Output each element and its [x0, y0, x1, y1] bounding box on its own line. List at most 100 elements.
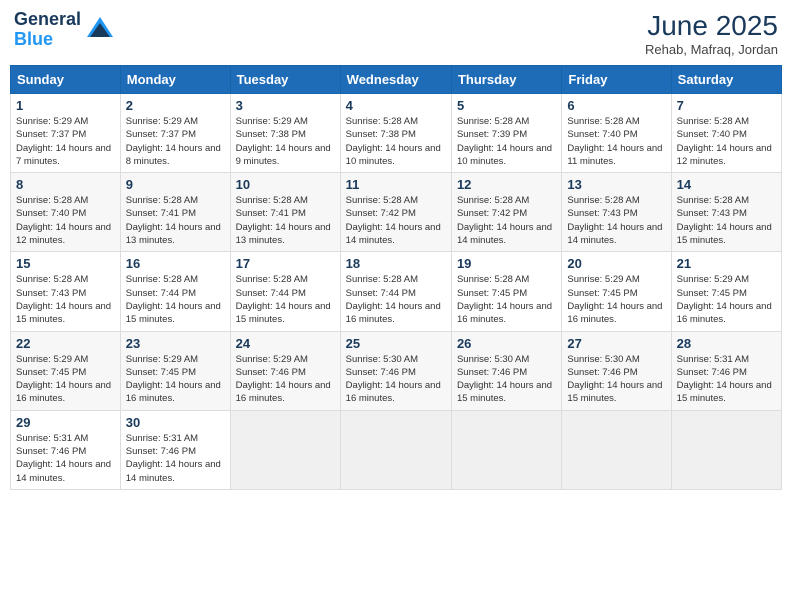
day-number: 7	[677, 98, 776, 113]
day-cell: 29 Sunrise: 5:31 AM Sunset: 7:46 PM Dayl…	[11, 410, 121, 489]
day-cell: 8 Sunrise: 5:28 AM Sunset: 7:40 PM Dayli…	[11, 173, 121, 252]
week-row-5: 29 Sunrise: 5:31 AM Sunset: 7:46 PM Dayl…	[11, 410, 782, 489]
week-row-4: 22 Sunrise: 5:29 AM Sunset: 7:45 PM Dayl…	[11, 331, 782, 410]
day-number: 13	[567, 177, 665, 192]
day-number: 5	[457, 98, 556, 113]
day-info: Sunrise: 5:28 AM Sunset: 7:44 PM Dayligh…	[236, 273, 335, 326]
day-number: 27	[567, 336, 665, 351]
day-info: Sunrise: 5:28 AM Sunset: 7:45 PM Dayligh…	[457, 273, 556, 326]
day-info: Sunrise: 5:28 AM Sunset: 7:40 PM Dayligh…	[567, 115, 665, 168]
day-info: Sunrise: 5:28 AM Sunset: 7:41 PM Dayligh…	[126, 194, 225, 247]
day-info: Sunrise: 5:28 AM Sunset: 7:41 PM Dayligh…	[236, 194, 335, 247]
day-info: Sunrise: 5:28 AM Sunset: 7:44 PM Dayligh…	[346, 273, 446, 326]
day-cell: 11 Sunrise: 5:28 AM Sunset: 7:42 PM Dayl…	[340, 173, 451, 252]
day-cell: 4 Sunrise: 5:28 AM Sunset: 7:38 PM Dayli…	[340, 94, 451, 173]
day-info: Sunrise: 5:29 AM Sunset: 7:45 PM Dayligh…	[677, 273, 776, 326]
day-number: 14	[677, 177, 776, 192]
day-number: 26	[457, 336, 556, 351]
day-cell: 30 Sunrise: 5:31 AM Sunset: 7:46 PM Dayl…	[120, 410, 230, 489]
day-cell: 16 Sunrise: 5:28 AM Sunset: 7:44 PM Dayl…	[120, 252, 230, 331]
day-number: 22	[16, 336, 115, 351]
day-cell: 21 Sunrise: 5:29 AM Sunset: 7:45 PM Dayl…	[671, 252, 781, 331]
calendar-table: SundayMondayTuesdayWednesdayThursdayFrid…	[10, 65, 782, 490]
day-number: 6	[567, 98, 665, 113]
col-header-monday: Monday	[120, 66, 230, 94]
day-cell: 23 Sunrise: 5:29 AM Sunset: 7:45 PM Dayl…	[120, 331, 230, 410]
day-number: 18	[346, 256, 446, 271]
day-cell: 25 Sunrise: 5:30 AM Sunset: 7:46 PM Dayl…	[340, 331, 451, 410]
col-header-sunday: Sunday	[11, 66, 121, 94]
week-row-3: 15 Sunrise: 5:28 AM Sunset: 7:43 PM Dayl…	[11, 252, 782, 331]
day-info: Sunrise: 5:30 AM Sunset: 7:46 PM Dayligh…	[567, 353, 665, 406]
week-row-2: 8 Sunrise: 5:28 AM Sunset: 7:40 PM Dayli…	[11, 173, 782, 252]
logo-icon	[85, 15, 115, 45]
day-info: Sunrise: 5:28 AM Sunset: 7:40 PM Dayligh…	[16, 194, 115, 247]
day-info: Sunrise: 5:28 AM Sunset: 7:43 PM Dayligh…	[677, 194, 776, 247]
day-cell	[671, 410, 781, 489]
day-cell	[562, 410, 671, 489]
day-info: Sunrise: 5:31 AM Sunset: 7:46 PM Dayligh…	[677, 353, 776, 406]
day-info: Sunrise: 5:29 AM Sunset: 7:38 PM Dayligh…	[236, 115, 335, 168]
day-info: Sunrise: 5:28 AM Sunset: 7:43 PM Dayligh…	[567, 194, 665, 247]
day-number: 16	[126, 256, 225, 271]
day-cell: 6 Sunrise: 5:28 AM Sunset: 7:40 PM Dayli…	[562, 94, 671, 173]
col-header-wednesday: Wednesday	[340, 66, 451, 94]
day-cell: 22 Sunrise: 5:29 AM Sunset: 7:45 PM Dayl…	[11, 331, 121, 410]
day-info: Sunrise: 5:28 AM Sunset: 7:42 PM Dayligh…	[346, 194, 446, 247]
day-number: 30	[126, 415, 225, 430]
day-cell: 14 Sunrise: 5:28 AM Sunset: 7:43 PM Dayl…	[671, 173, 781, 252]
day-info: Sunrise: 5:31 AM Sunset: 7:46 PM Dayligh…	[126, 432, 225, 485]
day-number: 29	[16, 415, 115, 430]
day-cell: 9 Sunrise: 5:28 AM Sunset: 7:41 PM Dayli…	[120, 173, 230, 252]
day-number: 9	[126, 177, 225, 192]
day-info: Sunrise: 5:28 AM Sunset: 7:42 PM Dayligh…	[457, 194, 556, 247]
day-number: 17	[236, 256, 335, 271]
location-subtitle: Rehab, Mafraq, Jordan	[645, 42, 778, 57]
day-number: 23	[126, 336, 225, 351]
day-number: 15	[16, 256, 115, 271]
calendar-header-row: SundayMondayTuesdayWednesdayThursdayFrid…	[11, 66, 782, 94]
day-cell: 17 Sunrise: 5:28 AM Sunset: 7:44 PM Dayl…	[230, 252, 340, 331]
day-cell: 19 Sunrise: 5:28 AM Sunset: 7:45 PM Dayl…	[451, 252, 561, 331]
day-cell: 7 Sunrise: 5:28 AM Sunset: 7:40 PM Dayli…	[671, 94, 781, 173]
day-number: 21	[677, 256, 776, 271]
day-number: 1	[16, 98, 115, 113]
day-info: Sunrise: 5:29 AM Sunset: 7:46 PM Dayligh…	[236, 353, 335, 406]
col-header-tuesday: Tuesday	[230, 66, 340, 94]
day-cell: 10 Sunrise: 5:28 AM Sunset: 7:41 PM Dayl…	[230, 173, 340, 252]
day-cell: 15 Sunrise: 5:28 AM Sunset: 7:43 PM Dayl…	[11, 252, 121, 331]
day-info: Sunrise: 5:30 AM Sunset: 7:46 PM Dayligh…	[346, 353, 446, 406]
day-cell: 18 Sunrise: 5:28 AM Sunset: 7:44 PM Dayl…	[340, 252, 451, 331]
day-info: Sunrise: 5:29 AM Sunset: 7:45 PM Dayligh…	[567, 273, 665, 326]
day-number: 28	[677, 336, 776, 351]
title-section: June 2025 Rehab, Mafraq, Jordan	[645, 10, 778, 57]
day-number: 4	[346, 98, 446, 113]
day-cell: 1 Sunrise: 5:29 AM Sunset: 7:37 PM Dayli…	[11, 94, 121, 173]
day-info: Sunrise: 5:28 AM Sunset: 7:39 PM Dayligh…	[457, 115, 556, 168]
day-cell: 2 Sunrise: 5:29 AM Sunset: 7:37 PM Dayli…	[120, 94, 230, 173]
day-number: 19	[457, 256, 556, 271]
page-header: GeneralBlue June 2025 Rehab, Mafraq, Jor…	[10, 10, 782, 57]
day-info: Sunrise: 5:29 AM Sunset: 7:37 PM Dayligh…	[16, 115, 115, 168]
col-header-saturday: Saturday	[671, 66, 781, 94]
day-number: 8	[16, 177, 115, 192]
day-cell: 12 Sunrise: 5:28 AM Sunset: 7:42 PM Dayl…	[451, 173, 561, 252]
day-number: 25	[346, 336, 446, 351]
week-row-1: 1 Sunrise: 5:29 AM Sunset: 7:37 PM Dayli…	[11, 94, 782, 173]
day-cell: 24 Sunrise: 5:29 AM Sunset: 7:46 PM Dayl…	[230, 331, 340, 410]
day-info: Sunrise: 5:28 AM Sunset: 7:40 PM Dayligh…	[677, 115, 776, 168]
day-cell: 5 Sunrise: 5:28 AM Sunset: 7:39 PM Dayli…	[451, 94, 561, 173]
col-header-thursday: Thursday	[451, 66, 561, 94]
day-number: 3	[236, 98, 335, 113]
day-number: 20	[567, 256, 665, 271]
month-title: June 2025	[645, 10, 778, 42]
day-cell: 3 Sunrise: 5:29 AM Sunset: 7:38 PM Dayli…	[230, 94, 340, 173]
day-number: 11	[346, 177, 446, 192]
day-number: 12	[457, 177, 556, 192]
day-cell	[340, 410, 451, 489]
day-cell	[230, 410, 340, 489]
day-info: Sunrise: 5:29 AM Sunset: 7:45 PM Dayligh…	[16, 353, 115, 406]
logo: GeneralBlue	[14, 10, 115, 50]
day-cell: 13 Sunrise: 5:28 AM Sunset: 7:43 PM Dayl…	[562, 173, 671, 252]
day-info: Sunrise: 5:30 AM Sunset: 7:46 PM Dayligh…	[457, 353, 556, 406]
